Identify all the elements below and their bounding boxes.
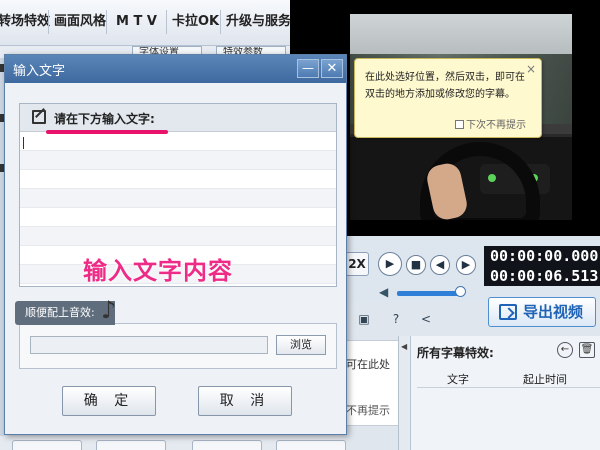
vertical-scrollbar[interactable]: ◀ <box>398 336 410 450</box>
scroll-up-icon[interactable]: ◀ <box>401 342 407 351</box>
close-icon[interactable]: ✕ <box>321 59 343 78</box>
dont-show-again-checkbox[interactable]: 下次不再提示 <box>455 116 526 131</box>
browse-button[interactable]: 浏览 <box>276 335 326 355</box>
cancel-button[interactable]: 取 消 <box>198 386 292 416</box>
volume-slider[interactable] <box>397 291 460 296</box>
bottom-tab[interactable] <box>96 440 166 450</box>
column-text[interactable]: 文字 <box>447 371 469 387</box>
input-text-dialog: 输入文字 — ✕ 请在下方输入文字: 输入文字内容 浏览 顺便配上音效: ♪ 确… <box>4 54 347 435</box>
save-icon[interactable]: ▣ <box>356 311 372 327</box>
tab-divider <box>166 10 167 34</box>
tab-divider <box>106 10 107 34</box>
tab-divider <box>48 10 49 34</box>
tooltip-text: 在此处选好位置，然后双击，即可在双击的地方添加或修改您的字幕。 <box>365 72 525 100</box>
text-line[interactable] <box>20 208 336 227</box>
minimize-icon[interactable]: — <box>297 59 319 78</box>
hint-tooltip: 在此处选好位置，然后双击，即可在双击的地方添加或修改您的字幕。 × 下次不再提示 <box>354 58 542 138</box>
tooltip-close-icon[interactable]: × <box>526 62 536 76</box>
annotation-label: 输入文字内容 <box>83 257 233 285</box>
export-label: 导出视频 <box>523 303 584 321</box>
tab-mtv[interactable]: M T V <box>116 8 157 36</box>
export-icon <box>499 304 517 320</box>
bottom-tab[interactable] <box>12 440 82 450</box>
background-tooltip-text: 可在此处 <box>346 358 390 371</box>
total-time: 00:00:06.513 <box>490 267 599 285</box>
sound-file-input[interactable] <box>30 336 268 354</box>
current-time: 00:00:00.000 <box>490 247 599 265</box>
volume-icon[interactable]: ◀ <box>379 285 388 299</box>
text-caret <box>23 137 24 149</box>
stop-icon[interactable]: ■ <box>406 255 426 275</box>
volume-knob[interactable] <box>455 286 466 297</box>
tab-divider <box>220 10 221 34</box>
text-line[interactable] <box>20 132 336 151</box>
share-icon[interactable]: < <box>418 311 434 327</box>
subtitle-panel-title: 所有字幕特效: <box>417 346 494 360</box>
dialog-title: 输入文字 <box>13 64 66 79</box>
text-line[interactable] <box>20 189 336 208</box>
background-tooltip-checkbox-label: 不再提示 <box>346 404 390 417</box>
bottom-tab[interactable] <box>192 440 262 450</box>
dont-show-again-label: 下次不再提示 <box>466 120 526 131</box>
play-icon[interactable]: ▶ <box>378 252 402 276</box>
dialog-title-bar[interactable]: 输入文字 — ✕ <box>5 55 346 83</box>
tab-upgrade-service[interactable]: 升级与服务 <box>226 8 291 36</box>
sound-effect-label: 顺便配上音效: <box>15 301 115 325</box>
delete-icon[interactable]: 🗑 <box>579 342 595 358</box>
subtitle-table-header: 文字 起止时间 <box>417 368 600 388</box>
prev-frame-icon[interactable]: ◀ <box>430 255 450 275</box>
bottom-tab-strip <box>0 436 346 450</box>
edit-icon <box>32 110 46 124</box>
back-icon[interactable]: ← <box>557 342 573 358</box>
text-line[interactable] <box>20 151 336 170</box>
main-tab-bar: 转场特效 画面风格 M T V 卡拉OK 升级与服务 <box>0 0 291 46</box>
sound-effect-box: 浏览 <box>19 323 337 369</box>
speed-button[interactable]: 2X <box>345 252 369 276</box>
music-note-icon: ♪ <box>101 296 117 324</box>
text-input-label: 请在下方输入文字: <box>54 112 155 126</box>
tab-transition-effects[interactable]: 转场特效 <box>0 8 50 36</box>
ok-button[interactable]: 确 定 <box>62 386 156 416</box>
column-start-end-time[interactable]: 起止时间 <box>523 371 567 387</box>
time-display: 00:00:00.000 00:00:06.513 <box>484 246 600 286</box>
help-icon[interactable]: ? <box>388 311 404 327</box>
subtitle-effects-panel: 所有字幕特效: ← 🗑 文字 起止时间 <box>410 336 600 450</box>
bottom-tab[interactable] <box>276 440 346 450</box>
text-line[interactable] <box>20 170 336 189</box>
text-line[interactable] <box>20 227 336 246</box>
next-frame-icon[interactable]: ▶ <box>456 255 476 275</box>
tab-picture-style[interactable]: 画面风格 <box>54 8 106 36</box>
tab-karaoke[interactable]: 卡拉OK <box>172 8 219 36</box>
text-input-header: 请在下方输入文字: <box>20 104 336 132</box>
export-video-button[interactable]: 导出视频 <box>488 297 596 327</box>
subtitle-toolbar: ▣ ? < <box>350 307 440 331</box>
checkbox-icon[interactable] <box>455 120 464 129</box>
